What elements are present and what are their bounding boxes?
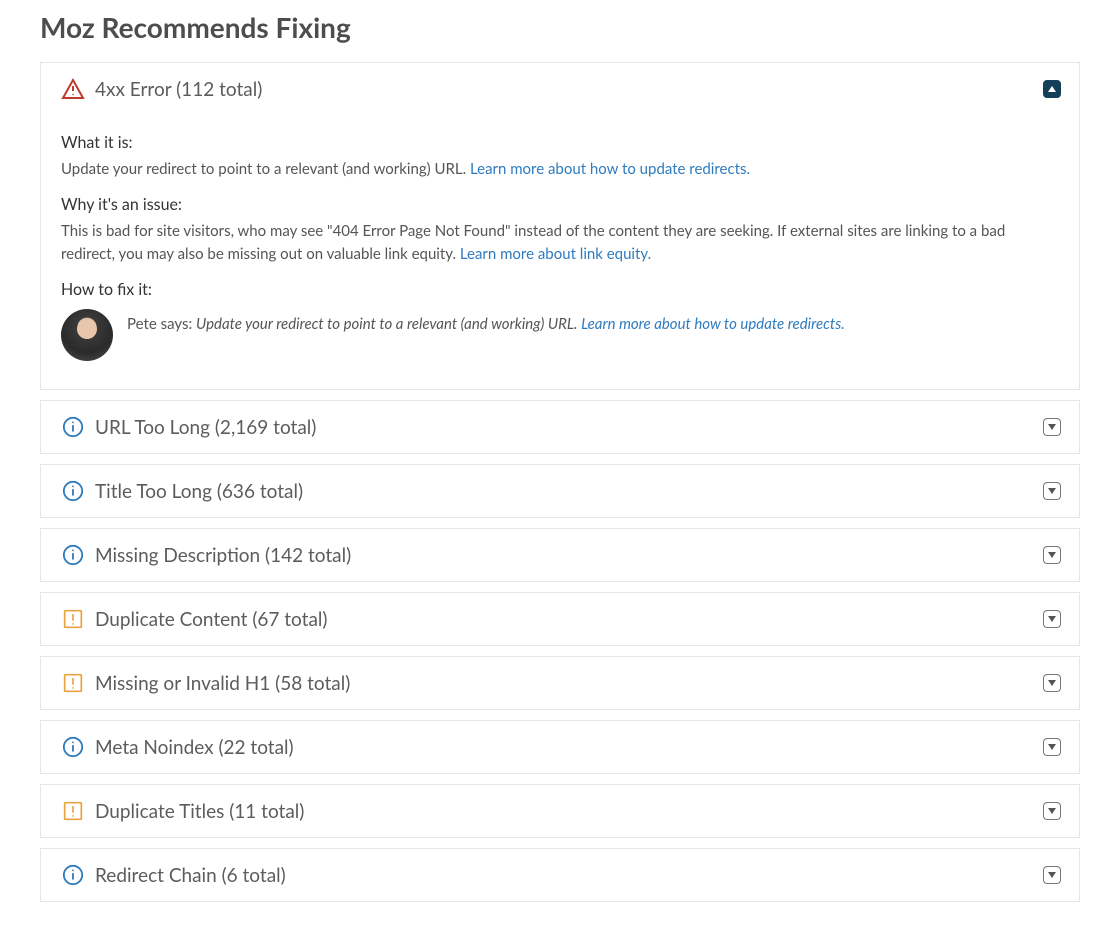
issue-title: Missing Description (142 total) bbox=[95, 544, 351, 567]
issue-panel-url-too-long: URL Too Long (2,169 total) bbox=[40, 400, 1080, 454]
what-is-text: Update your redirect to point to a relev… bbox=[61, 158, 1059, 181]
info-circle-icon bbox=[61, 415, 85, 439]
expand-toggle[interactable] bbox=[1043, 866, 1061, 884]
what-is-link[interactable]: Learn more about how to update redirects… bbox=[470, 160, 750, 178]
collapse-toggle[interactable] bbox=[1043, 80, 1061, 98]
issue-panel-title-too-long: Title Too Long (636 total) bbox=[40, 464, 1080, 518]
issue-title: Duplicate Content (67 total) bbox=[95, 608, 327, 631]
expand-toggle[interactable] bbox=[1043, 674, 1061, 692]
issue-header-url-too-long[interactable]: URL Too Long (2,169 total) bbox=[41, 401, 1079, 453]
issue-panel-meta-noindex: Meta Noindex (22 total) bbox=[40, 720, 1080, 774]
issue-header-missing-description[interactable]: Missing Description (142 total) bbox=[41, 529, 1079, 581]
issue-panel-duplicate-content: Duplicate Content (67 total) bbox=[40, 592, 1080, 646]
alert-triangle-icon bbox=[61, 77, 85, 101]
issue-title: 4xx Error (112 total) bbox=[95, 78, 262, 101]
issue-panel-duplicate-titles: Duplicate Titles (11 total) bbox=[40, 784, 1080, 838]
issue-title: URL Too Long (2,169 total) bbox=[95, 416, 316, 439]
expand-toggle[interactable] bbox=[1043, 418, 1061, 436]
why-issue-link[interactable]: Learn more about link equity. bbox=[460, 245, 651, 263]
issue-title: Title Too Long (636 total) bbox=[95, 480, 303, 503]
alert-square-icon bbox=[61, 607, 85, 631]
issue-title: Redirect Chain (6 total) bbox=[95, 864, 286, 887]
issue-title: Meta Noindex (22 total) bbox=[95, 736, 294, 759]
issue-panel-4xx-error: 4xx Error (112 total) What it is: Update… bbox=[40, 62, 1080, 390]
why-issue-label: Why it's an issue: bbox=[61, 193, 1059, 218]
issue-header-redirect-chain[interactable]: Redirect Chain (6 total) bbox=[41, 849, 1079, 901]
issue-header-meta-noindex[interactable]: Meta Noindex (22 total) bbox=[41, 721, 1079, 773]
expand-toggle[interactable] bbox=[1043, 738, 1061, 756]
issue-panel-missing-h1: Missing or Invalid H1 (58 total) bbox=[40, 656, 1080, 710]
expand-toggle[interactable] bbox=[1043, 482, 1061, 500]
issue-title: Duplicate Titles (11 total) bbox=[95, 800, 304, 823]
issue-header-duplicate-content[interactable]: Duplicate Content (67 total) bbox=[41, 593, 1079, 645]
issues-panel-list: 4xx Error (112 total) What it is: Update… bbox=[40, 62, 1080, 902]
issue-panel-missing-description: Missing Description (142 total) bbox=[40, 528, 1080, 582]
how-to-fix-text: Pete says: Update your redirect to point… bbox=[127, 309, 845, 336]
alert-square-icon bbox=[61, 671, 85, 695]
issue-header-missing-h1[interactable]: Missing or Invalid H1 (58 total) bbox=[41, 657, 1079, 709]
how-to-fix-label: How to fix it: bbox=[61, 278, 1059, 303]
expand-toggle[interactable] bbox=[1043, 802, 1061, 820]
issue-header-4xx-error[interactable]: 4xx Error (112 total) bbox=[41, 63, 1079, 115]
info-circle-icon bbox=[61, 543, 85, 567]
issue-title: Missing or Invalid H1 (58 total) bbox=[95, 672, 350, 695]
issue-header-duplicate-titles[interactable]: Duplicate Titles (11 total) bbox=[41, 785, 1079, 837]
issue-header-title-too-long[interactable]: Title Too Long (636 total) bbox=[41, 465, 1079, 517]
issue-panel-redirect-chain: Redirect Chain (6 total) bbox=[40, 848, 1080, 902]
info-circle-icon bbox=[61, 735, 85, 759]
expand-toggle[interactable] bbox=[1043, 610, 1061, 628]
page-title: Moz Recommends Fixing bbox=[40, 10, 1080, 44]
what-is-label: What it is: bbox=[61, 131, 1059, 156]
how-to-fix-link[interactable]: Learn more about how to update redirects… bbox=[581, 315, 845, 333]
why-issue-text: This is bad for site visitors, who may s… bbox=[61, 220, 1059, 267]
expand-toggle[interactable] bbox=[1043, 546, 1061, 564]
info-circle-icon bbox=[61, 479, 85, 503]
info-circle-icon bbox=[61, 863, 85, 887]
avatar bbox=[61, 309, 113, 361]
alert-square-icon bbox=[61, 799, 85, 823]
issue-body-4xx-error: What it is: Update your redirect to poin… bbox=[41, 115, 1079, 389]
